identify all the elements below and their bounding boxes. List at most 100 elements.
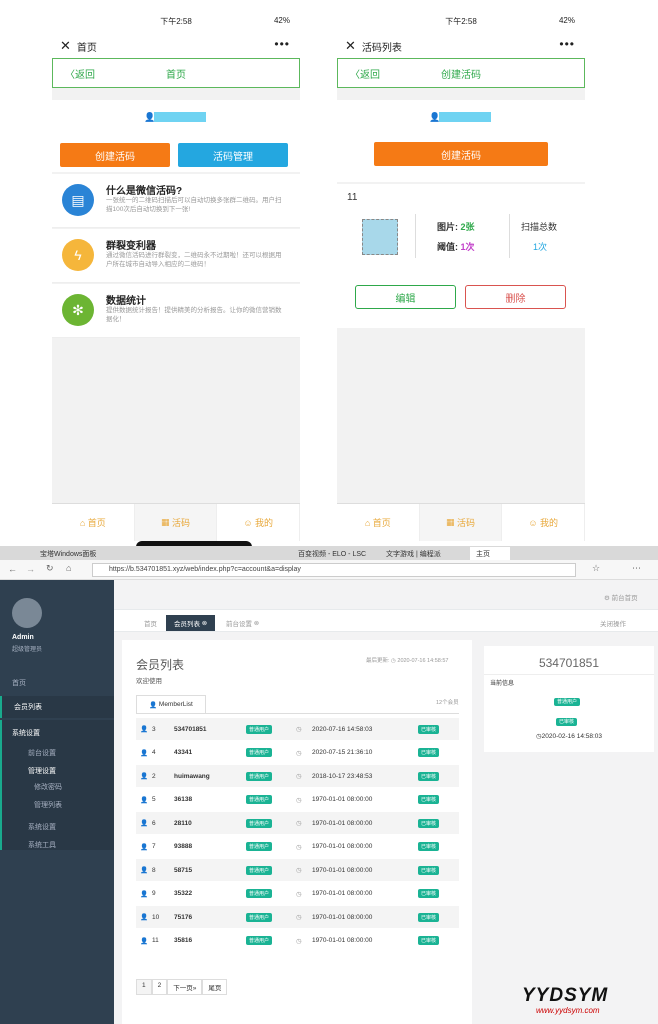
star-icon[interactable]: ☆ [592,563,600,574]
table-row[interactable]: 👤 3 534701851 普通用户 ◷ 2020-07-16 14:58:03 已审核 [136,718,459,740]
tab-home[interactable]: ⌂ 首页 [337,504,420,541]
more-icon[interactable]: ••• [274,37,290,51]
threshold: 阈值: 1次 [437,242,475,252]
clock-icon: ◷ [296,749,302,757]
qr-code-image[interactable] [362,219,398,255]
home-icon[interactable]: ⌂ [66,563,71,573]
sidebar-item-admin-list[interactable]: 管理列表 [0,794,114,816]
create-code-button[interactable]: 创建活码 [374,142,548,166]
tab-code[interactable]: ▦ 活码 [134,504,218,541]
clock-icon: ◷ [296,726,302,733]
close-ops-menu[interactable]: 关闭操作 [592,615,634,631]
admin-role[interactable]: 超级管理员 [12,644,42,653]
status-bar: 下午2:58 42% [52,8,300,34]
sidebar-item-tools[interactable]: 系统工具 [0,834,114,856]
feature-item[interactable]: ▤ 什么是微信活码? 一张统一的二维码扫描后可以自动切换多张群二维码。用户扫描1… [52,174,300,228]
edit-button[interactable]: 编辑 [355,285,456,309]
browser-tab-active[interactable]: 主页 [470,547,510,561]
user-icon: 👤 [140,726,149,733]
user-icon: 👤 [140,867,149,874]
member-date: 2018-10-17 23:48:53 [312,772,373,780]
status-badge: 已审核 [418,818,440,828]
clock-icon: ◷ [296,914,302,921]
table-row[interactable]: 👤 10 75176 普通用户 ◷ 1970-01-01 08:00:00 已审核 [136,906,459,928]
sidebar-item-system[interactable]: 系统设置 [0,722,114,744]
tab-mine[interactable]: ☺ 我的 [502,504,585,541]
user-icon: 👤 [140,937,149,945]
table-row[interactable]: 👤 7 93888 普通用户 ◷ 1970-01-01 08:00:00 已审核 [136,836,459,858]
user-strip: 👤 [52,100,300,134]
feature-item[interactable]: ✻ 数据统计 提供数据统计报告！提供精美的分析报告。让你的微信营销数据化！ [52,284,300,338]
header-block: 👤 [337,100,585,182]
avatar [12,598,42,628]
member-date: 2020-07-16 14:58:03 [312,725,373,733]
clock-icon: ◷ [296,937,302,945]
manage-code-button[interactable]: 活码管理 [178,143,288,167]
member-date: 1970-01-01 08:00:00 [312,866,373,874]
menu-icon[interactable]: ⋯ [632,563,641,574]
watermark-site: www.yydsym.com [536,1006,600,1015]
admin-sidebar: Admin 超级管理员 首页 会员列表 系统设置 前台设置 管理设置 修改密码 … [0,580,114,1024]
url-field[interactable]: https://b.534701851.xyz/web/index.php?c=… [92,563,576,577]
table-row[interactable]: 👤 8 58715 普通用户 ◷ 1970-01-01 08:00:00 已审核 [136,859,459,881]
tab-home[interactable]: 首页 [136,615,165,631]
clock-icon: ◷ [296,773,302,780]
delete-button[interactable]: 删除 [465,285,566,309]
table-row[interactable]: 👤 9 35322 普通用户 ◷ 1970-01-01 08:00:00 已审核 [136,883,459,905]
feature-item[interactable]: ϟ 群裂变利器 通过微信活码进行群裂变，二维码永不过期啦！还可以根据用户所在城市… [52,229,300,283]
user-icon: 👤 [140,773,149,780]
title-bar: ✕ 首页 ••• [52,34,300,58]
tab-home[interactable]: ⌂ 首页 [52,504,135,541]
member-id: 2 [152,772,156,780]
tab-members[interactable]: 会员列表 ⊗ [166,615,216,631]
page-1[interactable]: 1 [136,979,152,995]
status-badge: 普通用户 [246,912,273,922]
clock-icon: ◷ [296,820,302,827]
table-row[interactable]: 👤 4 43341 普通用户 ◷ 2020-07-15 21:36:10 已审核 [136,742,459,764]
sidebar-item-members[interactable]: 会员列表 [0,696,114,718]
last-page[interactable]: 尾页 [202,979,228,995]
table-row[interactable]: 👤 11 35816 普通用户 ◷ 1970-01-01 08:00:00 已审核 [136,930,459,952]
status-badge: 已审核 [418,771,440,781]
watermark-logo: YYDSYM [522,985,609,1006]
clock-icon: ◷ [296,867,302,874]
feature-title: 群裂变利器 [106,241,156,252]
page-2[interactable]: 2 [151,979,168,995]
redacted-username [439,112,491,122]
member-name: 58715 [174,866,193,874]
tab-code[interactable]: ▦ 活码 [419,504,503,541]
frontend-home-link[interactable]: ⚙ 前台首页 [604,592,638,602]
profile-info-label: 当前信息 [490,681,515,687]
create-code-button[interactable]: 创建活码 [60,143,170,167]
back-arrow-icon[interactable]: ← [8,564,17,574]
redacted-username [154,112,206,122]
forward-arrow-icon[interactable]: → [26,564,35,574]
feature-desc: 通过微信活码进行群裂变，二维码永不过期啦！还可以根据用户所在城市自动导入相应的二… [106,252,282,268]
table-row[interactable]: 👤 2 huimawang 普通用户 ◷ 2018-10-17 23:48:53 已审核 [136,765,459,787]
more-icon[interactable]: ••• [559,37,575,51]
tab-member-list[interactable]: 👤 MemberList [136,695,206,713]
reload-icon[interactable]: ↻ [46,563,54,574]
table-row[interactable]: 👤 5 36138 普通用户 ◷ 1970-01-01 08:00:00 已审核 [136,789,459,811]
tab-frontend[interactable]: 前台设置 ⊗ [218,615,267,631]
lightning-icon: ϟ [62,239,94,271]
browser-tab[interactable]: 百变视频 - ELO - LSC [298,549,366,559]
nav-title: 首页 [166,69,186,81]
status-badge: 普通用户 [246,724,273,734]
browser-tab[interactable]: 宝塔Windows面板 [40,549,96,559]
sidebar-item-home[interactable]: 首页 [0,672,114,694]
member-name: 28110 [174,819,192,827]
status-badge: 普通用户 [246,748,273,757]
close-icon[interactable]: ✕ [345,38,356,54]
status-badge: 普通用户 [246,795,273,804]
next-page[interactable]: 下一页» [167,979,203,995]
status-time: 下午2:58 [160,16,192,26]
title-bar: ✕ 活码列表 ••• [337,34,585,58]
close-icon[interactable]: ✕ [60,38,71,54]
member-id: 4 [152,749,156,756]
table-row[interactable]: 👤 6 28110 普通用户 ◷ 1970-01-01 08:00:00 已审核 [136,812,459,834]
status-badge: 普通用户 [246,818,273,828]
status-time: 下午2:58 [445,16,477,26]
browser-tab[interactable]: 文字游戏 | 编程派 [386,549,441,559]
tab-mine[interactable]: ☺ 我的 [217,504,300,541]
